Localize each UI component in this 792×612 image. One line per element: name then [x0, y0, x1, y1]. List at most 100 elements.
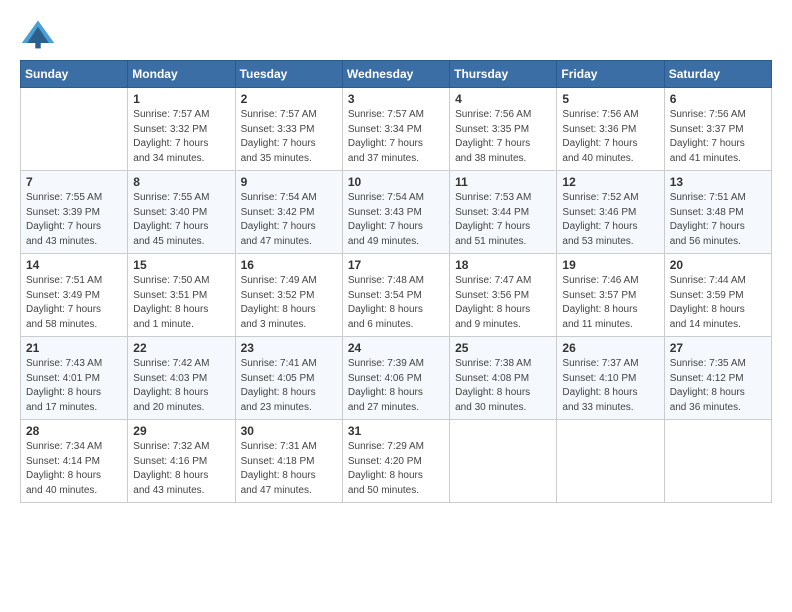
- calendar-cell: 23 Sunrise: 7:41 AMSunset: 4:05 PMDayligh…: [235, 337, 342, 420]
- day-info: Sunrise: 7:41 AMSunset: 4:05 PMDaylight:…: [241, 357, 337, 415]
- header-thursday: Thursday: [450, 61, 557, 88]
- day-number: 17: [348, 258, 444, 272]
- day-info: Sunrise: 7:43 AMSunset: 4:01 PMDaylight:…: [26, 357, 122, 415]
- logo: [20, 16, 62, 52]
- day-info: Sunrise: 7:49 AMSunset: 3:52 PMDaylight:…: [241, 274, 337, 332]
- calendar-week-5: 28 Sunrise: 7:34 AMSunset: 4:14 PMDayligh…: [21, 420, 772, 503]
- calendar-cell: [557, 420, 664, 503]
- day-number: 10: [348, 175, 444, 189]
- day-info: Sunrise: 7:32 AMSunset: 4:16 PMDaylight:…: [133, 440, 229, 498]
- calendar-cell: 30 Sunrise: 7:31 AMSunset: 4:18 PMDayligh…: [235, 420, 342, 503]
- calendar-cell: 8 Sunrise: 7:55 AMSunset: 3:40 PMDaylight…: [128, 171, 235, 254]
- day-info: Sunrise: 7:54 AMSunset: 3:42 PMDaylight:…: [241, 191, 337, 249]
- calendar-header-row: SundayMondayTuesdayWednesdayThursdayFrid…: [21, 61, 772, 88]
- day-info: Sunrise: 7:39 AMSunset: 4:06 PMDaylight:…: [348, 357, 444, 415]
- calendar-cell: 22 Sunrise: 7:42 AMSunset: 4:03 PMDayligh…: [128, 337, 235, 420]
- calendar-week-4: 21Sunrise: 7:43 AMSunset: 4:01 PMDayligh…: [21, 337, 772, 420]
- calendar-cell: 10 Sunrise: 7:54 AMSunset: 3:43 PMDayligh…: [342, 171, 449, 254]
- calendar-cell: 17 Sunrise: 7:48 AMSunset: 3:54 PMDayligh…: [342, 254, 449, 337]
- calendar-cell: 31 Sunrise: 7:29 AMSunset: 4:20 PMDayligh…: [342, 420, 449, 503]
- day-number: 30: [241, 424, 337, 438]
- calendar-cell: 1 Sunrise: 7:57 AMSunset: 3:32 PMDaylight…: [128, 88, 235, 171]
- calendar-table: SundayMondayTuesdayWednesdayThursdayFrid…: [20, 60, 772, 503]
- day-number: 9: [241, 175, 337, 189]
- calendar-cell: 7Sunrise: 7:55 AMSunset: 3:39 PMDaylight…: [21, 171, 128, 254]
- calendar-cell: 28 Sunrise: 7:34 AMSunset: 4:14 PMDayligh…: [21, 420, 128, 503]
- calendar-week-2: 7Sunrise: 7:55 AMSunset: 3:39 PMDaylight…: [21, 171, 772, 254]
- day-number: 3: [348, 92, 444, 106]
- header-saturday: Saturday: [664, 61, 771, 88]
- calendar-cell: 2 Sunrise: 7:57 AMSunset: 3:33 PMDaylight…: [235, 88, 342, 171]
- day-number: 20: [670, 258, 766, 272]
- calendar-cell: [664, 420, 771, 503]
- day-info: Sunrise: 7:55 AMSunset: 3:39 PMDaylight:…: [26, 191, 122, 249]
- calendar-cell: 14 Sunrise: 7:51 AMSunset: 3:49 PMDayligh…: [21, 254, 128, 337]
- day-number: 6: [670, 92, 766, 106]
- day-info: Sunrise: 7:42 AMSunset: 4:03 PMDaylight:…: [133, 357, 229, 415]
- day-info: Sunrise: 7:46 AMSunset: 3:57 PMDaylight:…: [562, 274, 658, 332]
- calendar-cell: 9 Sunrise: 7:54 AMSunset: 3:42 PMDaylight…: [235, 171, 342, 254]
- day-number: 31: [348, 424, 444, 438]
- day-info: Sunrise: 7:51 AMSunset: 3:48 PMDaylight:…: [670, 191, 766, 249]
- day-number: 27: [670, 341, 766, 355]
- calendar-cell: 5 Sunrise: 7:56 AMSunset: 3:36 PMDaylight…: [557, 88, 664, 171]
- day-info: Sunrise: 7:57 AMSunset: 3:32 PMDaylight:…: [133, 108, 229, 166]
- calendar-week-1: 1 Sunrise: 7:57 AMSunset: 3:32 PMDaylight…: [21, 88, 772, 171]
- day-info: Sunrise: 7:34 AMSunset: 4:14 PMDaylight:…: [26, 440, 122, 498]
- calendar-cell: 11 Sunrise: 7:53 AMSunset: 3:44 PMDayligh…: [450, 171, 557, 254]
- day-info: Sunrise: 7:37 AMSunset: 4:10 PMDaylight:…: [562, 357, 658, 415]
- day-number: 18: [455, 258, 551, 272]
- day-number: 4: [455, 92, 551, 106]
- day-info: Sunrise: 7:56 AMSunset: 3:36 PMDaylight:…: [562, 108, 658, 166]
- calendar-cell: 15 Sunrise: 7:50 AMSunset: 3:51 PMDayligh…: [128, 254, 235, 337]
- day-info: Sunrise: 7:50 AMSunset: 3:51 PMDaylight:…: [133, 274, 229, 332]
- calendar-cell: 19 Sunrise: 7:46 AMSunset: 3:57 PMDayligh…: [557, 254, 664, 337]
- day-info: Sunrise: 7:52 AMSunset: 3:46 PMDaylight:…: [562, 191, 658, 249]
- page-header: [20, 16, 772, 52]
- day-info: Sunrise: 7:53 AMSunset: 3:44 PMDaylight:…: [455, 191, 551, 249]
- calendar-cell: 21Sunrise: 7:43 AMSunset: 4:01 PMDayligh…: [21, 337, 128, 420]
- calendar-cell: 13Sunrise: 7:51 AMSunset: 3:48 PMDayligh…: [664, 171, 771, 254]
- calendar-cell: [21, 88, 128, 171]
- calendar-cell: [450, 420, 557, 503]
- calendar-cell: 29 Sunrise: 7:32 AMSunset: 4:16 PMDayligh…: [128, 420, 235, 503]
- day-number: 19: [562, 258, 658, 272]
- day-number: 29: [133, 424, 229, 438]
- day-info: Sunrise: 7:38 AMSunset: 4:08 PMDaylight:…: [455, 357, 551, 415]
- day-number: 2: [241, 92, 337, 106]
- day-number: 28: [26, 424, 122, 438]
- day-info: Sunrise: 7:51 AMSunset: 3:49 PMDaylight:…: [26, 274, 122, 332]
- day-info: Sunrise: 7:48 AMSunset: 3:54 PMDaylight:…: [348, 274, 444, 332]
- calendar-cell: 12 Sunrise: 7:52 AMSunset: 3:46 PMDayligh…: [557, 171, 664, 254]
- day-info: Sunrise: 7:57 AMSunset: 3:34 PMDaylight:…: [348, 108, 444, 166]
- day-number: 25: [455, 341, 551, 355]
- calendar-cell: 6Sunrise: 7:56 AMSunset: 3:37 PMDaylight…: [664, 88, 771, 171]
- day-info: Sunrise: 7:29 AMSunset: 4:20 PMDaylight:…: [348, 440, 444, 498]
- day-info: Sunrise: 7:57 AMSunset: 3:33 PMDaylight:…: [241, 108, 337, 166]
- header-monday: Monday: [128, 61, 235, 88]
- day-info: Sunrise: 7:56 AMSunset: 3:35 PMDaylight:…: [455, 108, 551, 166]
- calendar-week-3: 14 Sunrise: 7:51 AMSunset: 3:49 PMDayligh…: [21, 254, 772, 337]
- day-number: 15: [133, 258, 229, 272]
- day-number: 23: [241, 341, 337, 355]
- day-info: Sunrise: 7:35 AMSunset: 4:12 PMDaylight:…: [670, 357, 766, 415]
- header-wednesday: Wednesday: [342, 61, 449, 88]
- calendar-cell: 24Sunrise: 7:39 AMSunset: 4:06 PMDayligh…: [342, 337, 449, 420]
- day-number: 14: [26, 258, 122, 272]
- day-info: Sunrise: 7:55 AMSunset: 3:40 PMDaylight:…: [133, 191, 229, 249]
- day-info: Sunrise: 7:31 AMSunset: 4:18 PMDaylight:…: [241, 440, 337, 498]
- day-number: 12: [562, 175, 658, 189]
- day-info: Sunrise: 7:54 AMSunset: 3:43 PMDaylight:…: [348, 191, 444, 249]
- calendar-cell: 26Sunrise: 7:37 AMSunset: 4:10 PMDayligh…: [557, 337, 664, 420]
- calendar-cell: 3 Sunrise: 7:57 AMSunset: 3:34 PMDaylight…: [342, 88, 449, 171]
- header-friday: Friday: [557, 61, 664, 88]
- day-number: 11: [455, 175, 551, 189]
- day-number: 8: [133, 175, 229, 189]
- header-sunday: Sunday: [21, 61, 128, 88]
- day-number: 5: [562, 92, 658, 106]
- day-number: 1: [133, 92, 229, 106]
- day-info: Sunrise: 7:44 AMSunset: 3:59 PMDaylight:…: [670, 274, 766, 332]
- logo-icon: [20, 16, 56, 52]
- header-tuesday: Tuesday: [235, 61, 342, 88]
- day-number: 22: [133, 341, 229, 355]
